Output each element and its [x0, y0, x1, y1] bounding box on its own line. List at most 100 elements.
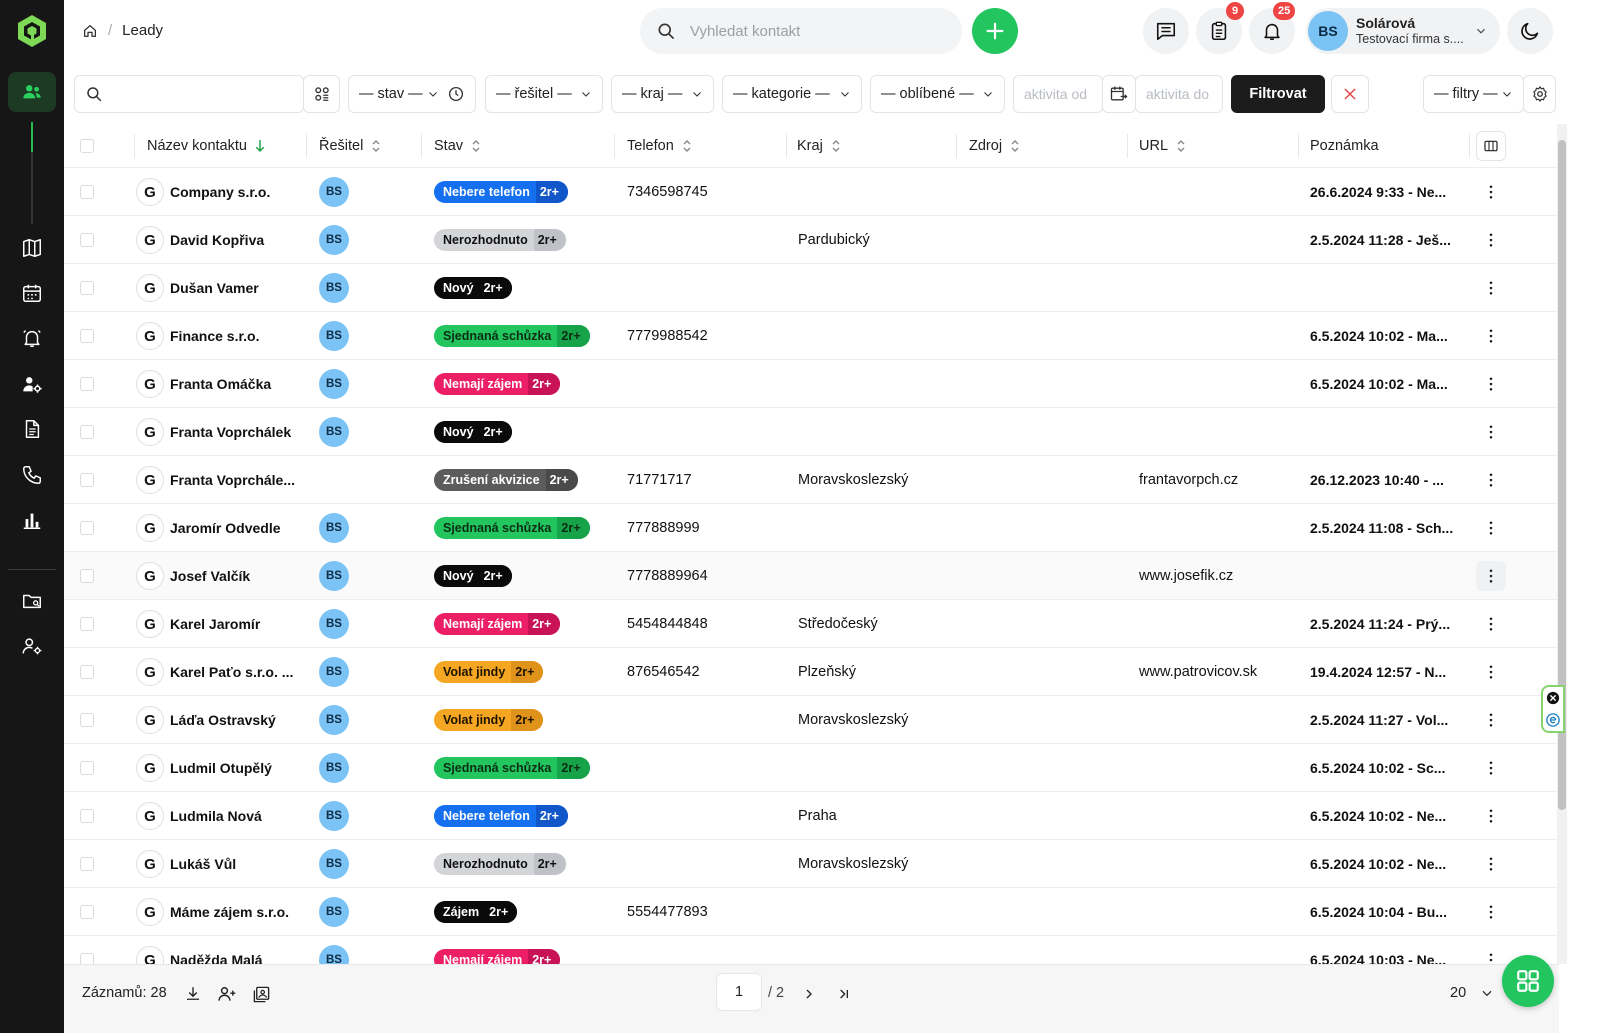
url-cell[interactable]	[1139, 936, 1294, 964]
nav-stats[interactable]	[8, 500, 56, 540]
contact-name[interactable]: Franta Voprchálek	[170, 408, 298, 456]
column-header-status[interactable]: Stav	[434, 124, 481, 168]
row-actions-button[interactable]	[1476, 513, 1506, 543]
row-checkbox[interactable]	[80, 521, 94, 535]
nav-folders[interactable]	[8, 581, 56, 621]
row-checkbox[interactable]	[80, 665, 94, 679]
nav-contacts[interactable]	[8, 72, 56, 112]
table-row[interactable]: G Company s.r.o. BS Nebere telefon 2r+ 734659…	[64, 168, 1559, 216]
url-cell[interactable]: www.josefik.cz	[1139, 552, 1294, 600]
table-search[interactable]	[74, 75, 304, 113]
row-actions-button[interactable]	[1476, 753, 1506, 783]
url-cell[interactable]	[1139, 696, 1294, 744]
url-cell[interactable]	[1139, 744, 1294, 792]
home-icon[interactable]	[82, 23, 98, 39]
page-size-select[interactable]: 20	[1450, 985, 1494, 1001]
row-checkbox[interactable]	[80, 281, 94, 295]
filter-submit-button[interactable]: Filtrovat	[1231, 75, 1325, 113]
row-actions-button[interactable]	[1476, 177, 1506, 207]
kraj-filter[interactable]: — kraj —	[611, 75, 714, 113]
resitel-filter[interactable]: — řešitel —	[485, 75, 603, 113]
url-cell[interactable]	[1139, 792, 1294, 840]
scan-button[interactable]	[303, 75, 340, 113]
import-contacts-button[interactable]	[216, 983, 238, 1005]
column-header-assignee[interactable]: Řešitel	[319, 124, 381, 168]
status-badge[interactable]: Nebere telefon 2r+	[434, 805, 568, 827]
date-range-swap[interactable]	[1102, 75, 1136, 113]
table-scrollbar[interactable]	[1557, 124, 1567, 964]
row-actions-button[interactable]	[1476, 225, 1506, 255]
page-number-input[interactable]: 1	[716, 973, 762, 1011]
dark-mode-toggle[interactable]	[1507, 8, 1553, 54]
table-row[interactable]: G Karel Jaromír BS Nemají zájem 2r+ 545484484…	[64, 600, 1559, 648]
nav-reminders[interactable]	[8, 318, 56, 358]
status-badge[interactable]: Sjednaná schůzka 2r+	[434, 517, 590, 539]
filter-settings-button[interactable]	[1523, 75, 1556, 113]
table-row[interactable]: G Ludmil Otupělý BS Sjednaná schůzka 2r+ 6.5.…	[64, 744, 1559, 792]
row-actions-button[interactable]	[1476, 657, 1506, 687]
contact-name[interactable]: Karel Jaromír	[170, 600, 298, 648]
table-row[interactable]: G Lukáš Vůl BS Nerozhodnuto 2r+ Moravskoslezs…	[64, 840, 1559, 888]
status-badge[interactable]: Nerozhodnuto 2r+	[434, 229, 566, 251]
row-checkbox[interactable]	[80, 809, 94, 823]
column-header-url[interactable]: URL	[1139, 124, 1186, 168]
row-actions-button[interactable]	[1476, 273, 1506, 303]
clock-icon[interactable]	[447, 85, 465, 103]
status-badge[interactable]: Volat jindy 2r+	[434, 661, 544, 683]
row-checkbox[interactable]	[80, 377, 94, 391]
next-page-button[interactable]	[798, 983, 820, 1005]
url-cell[interactable]	[1139, 312, 1294, 360]
row-checkbox[interactable]	[80, 329, 94, 343]
tasks-button[interactable]: 9	[1196, 2, 1244, 54]
nav-calls[interactable]	[8, 455, 56, 495]
row-actions-button[interactable]	[1476, 705, 1506, 735]
user-menu[interactable]: BS Solárová Testovací firma s....	[1306, 8, 1500, 54]
table-row[interactable]: G David Kopřiva BS Nerozhodnuto 2r+ Pardubick…	[64, 216, 1559, 264]
extension-e-icon[interactable]	[1546, 713, 1560, 727]
url-cell[interactable]: www.patrovicov.sk	[1139, 648, 1294, 696]
row-actions-button[interactable]	[1476, 369, 1506, 399]
row-checkbox[interactable]	[80, 425, 94, 439]
contact-name[interactable]: Ludmila Nová	[170, 792, 298, 840]
side-widget[interactable]	[1541, 685, 1565, 733]
table-row[interactable]: G Karel Paťo s.r.o. ... BS Volat jindy 2r+ 87…	[64, 648, 1559, 696]
kategorie-filter[interactable]: — kategorie —	[722, 75, 862, 113]
saved-filters-select[interactable]: — filtry —	[1423, 75, 1524, 113]
row-actions-button[interactable]	[1476, 849, 1506, 879]
status-badge[interactable]: Zájem 2r+	[434, 901, 518, 923]
url-cell[interactable]	[1139, 504, 1294, 552]
column-header-name[interactable]: Název kontaktu	[147, 124, 265, 168]
contact-search[interactable]	[640, 8, 962, 54]
status-badge[interactable]: Volat jindy 2r+	[434, 709, 544, 731]
export-button[interactable]	[182, 983, 204, 1005]
oblibene-filter[interactable]: — oblíbené —	[870, 75, 1005, 113]
table-row[interactable]: G Naděžda Malá BS Nemají zájem 2r+ 6.5.2024 1…	[64, 936, 1559, 964]
row-checkbox[interactable]	[80, 905, 94, 919]
table-row[interactable]: G Franta Voprchále... Zrušení akvizice 2r+ 7…	[64, 456, 1559, 504]
status-badge[interactable]: Nemají zájem 2r+	[434, 613, 561, 635]
row-actions-button[interactable]	[1476, 897, 1506, 927]
contact-name[interactable]: Josef Valčík	[170, 552, 298, 600]
column-header-region[interactable]: Kraj	[797, 124, 841, 168]
select-all-checkbox[interactable]	[80, 139, 94, 153]
status-badge[interactable]: Nový 2r+	[434, 277, 512, 299]
row-checkbox[interactable]	[80, 713, 94, 727]
url-cell[interactable]	[1139, 840, 1294, 888]
row-checkbox[interactable]	[80, 473, 94, 487]
gallery-button[interactable]	[250, 983, 272, 1005]
url-cell[interactable]	[1139, 408, 1294, 456]
row-actions-button[interactable]	[1476, 321, 1506, 351]
contact-name[interactable]: Finance s.r.o.	[170, 312, 298, 360]
status-badge[interactable]: Nerozhodnuto 2r+	[434, 853, 566, 875]
last-page-button[interactable]	[833, 983, 855, 1005]
status-badge[interactable]: Sjednaná schůzka 2r+	[434, 325, 590, 347]
table-row[interactable]: G Josef Valčík BS Nový 2r+ 7778889964 www.jose…	[64, 552, 1559, 600]
contact-name[interactable]: David Kopřiva	[170, 216, 298, 264]
contact-name[interactable]: Láďa Ostravský	[170, 696, 298, 744]
column-header-note[interactable]: Poznámka	[1310, 124, 1379, 168]
contact-name[interactable]: Dušan Vamer	[170, 264, 298, 312]
status-badge[interactable]: Zrušení akvizice 2r+	[434, 469, 578, 491]
status-badge[interactable]: Nemají zájem 2r+	[434, 373, 561, 395]
row-checkbox[interactable]	[80, 185, 94, 199]
url-cell[interactable]	[1139, 168, 1294, 216]
